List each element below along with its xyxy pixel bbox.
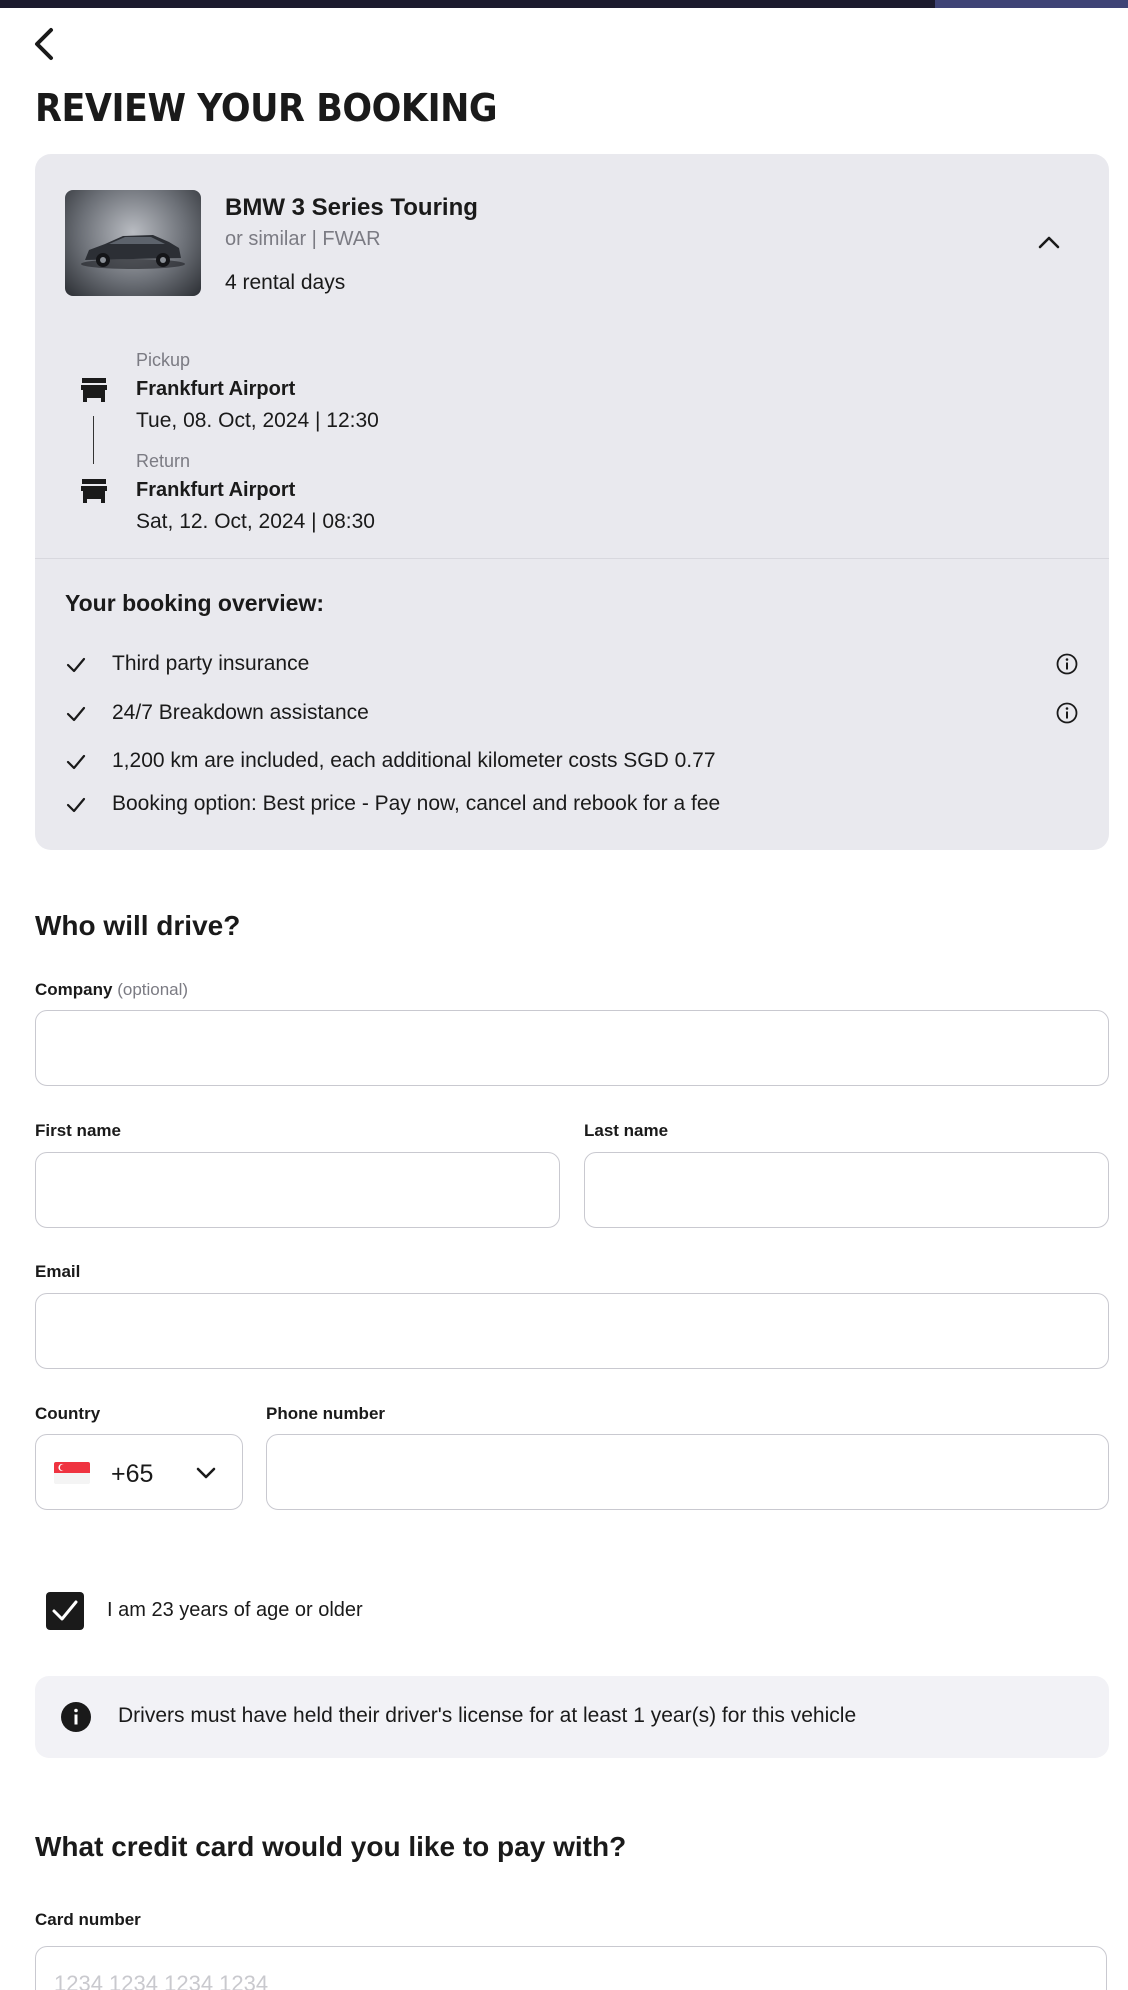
back-button[interactable] [30, 26, 60, 62]
overview-item-text: 24/7 Breakdown assistance [112, 701, 369, 724]
pickup-label: Pickup [136, 350, 191, 370]
check-icon [66, 706, 86, 722]
company-label-text: Company [35, 980, 113, 999]
collapse-summary-button[interactable] [1035, 228, 1063, 256]
info-circle-icon[interactable] [1055, 701, 1079, 725]
overview-item: Third party insurance [65, 652, 1079, 682]
last-name-label: Last name [584, 1121, 669, 1140]
check-icon [52, 1600, 78, 1621]
license-notice-text: Drivers must have held their driver's li… [118, 1704, 857, 1727]
company-label: Company (optional) [35, 980, 188, 1000]
vehicle-image [65, 190, 201, 296]
route-connector [93, 416, 94, 464]
overview-item-text: Third party insurance [112, 652, 310, 675]
rental-days: 4 rental days [225, 271, 346, 294]
return-label: Return [136, 451, 191, 471]
vehicle-category: or similar | FWAR [225, 228, 381, 250]
first-name-label: First name [35, 1121, 121, 1140]
booking-overview-title: Your booking overview: [65, 590, 324, 616]
pickup-location: Frankfurt Airport [136, 378, 296, 400]
top-bar [0, 0, 1128, 8]
country-code-value: +65 [111, 1460, 154, 1488]
chevron-left-icon [35, 28, 53, 60]
card-number-input[interactable] [35, 1946, 1107, 1990]
check-icon [66, 754, 86, 770]
company-input[interactable] [35, 1010, 1109, 1086]
progress-indicator [935, 0, 1128, 8]
first-name-input[interactable] [35, 1152, 560, 1228]
vehicle-name: BMW 3 Series Touring [225, 194, 478, 221]
phone-label: Phone number [266, 1404, 386, 1423]
store-icon [81, 378, 107, 402]
card-number-label: Card number [35, 1910, 141, 1929]
country-label: Country [35, 1404, 101, 1423]
age-confirmation-label: I am 23 years of age or older [107, 1599, 363, 1621]
driver-section-title: Who will drive? [35, 910, 241, 941]
check-icon [66, 797, 86, 813]
chevron-up-icon [1038, 236, 1060, 249]
last-name-input[interactable] [584, 1152, 1109, 1228]
phone-input[interactable] [266, 1434, 1109, 1510]
info-circle-icon [61, 1702, 91, 1732]
singapore-flag-icon [54, 1462, 90, 1484]
age-confirmation-checkbox[interactable] [46, 1592, 84, 1630]
overview-item-text: Booking option: Best price - Pay now, ca… [112, 792, 721, 815]
license-notice: Drivers must have held their driver's li… [35, 1676, 1109, 1758]
return-location: Frankfurt Airport [136, 479, 296, 501]
page-title: REVIEW YOUR BOOKING [35, 86, 498, 130]
booking-summary-card: BMW 3 Series Touring or similar | FWAR 4… [35, 154, 1109, 850]
email-input[interactable] [35, 1293, 1109, 1369]
email-label: Email [35, 1262, 81, 1281]
info-circle-icon[interactable] [1055, 652, 1079, 676]
overview-item: 1,200 km are included, each additional k… [65, 749, 1079, 779]
chevron-down-icon [196, 1467, 216, 1479]
return-datetime: Sat, 12. Oct, 2024 | 08:30 [136, 510, 375, 533]
summary-divider [35, 558, 1109, 559]
pickup-datetime: Tue, 08. Oct, 2024 | 12:30 [136, 409, 379, 432]
overview-item: 24/7 Breakdown assistance [65, 701, 1079, 731]
check-icon [66, 657, 86, 673]
store-icon [81, 479, 107, 503]
overview-item-text: 1,200 km are included, each additional k… [112, 749, 716, 772]
payment-section-title: What credit card would you like to pay w… [35, 1831, 627, 1862]
overview-item: Booking option: Best price - Pay now, ca… [65, 792, 1079, 822]
optional-tag: (optional) [117, 980, 189, 999]
country-code-select[interactable]: +65 [35, 1434, 243, 1510]
